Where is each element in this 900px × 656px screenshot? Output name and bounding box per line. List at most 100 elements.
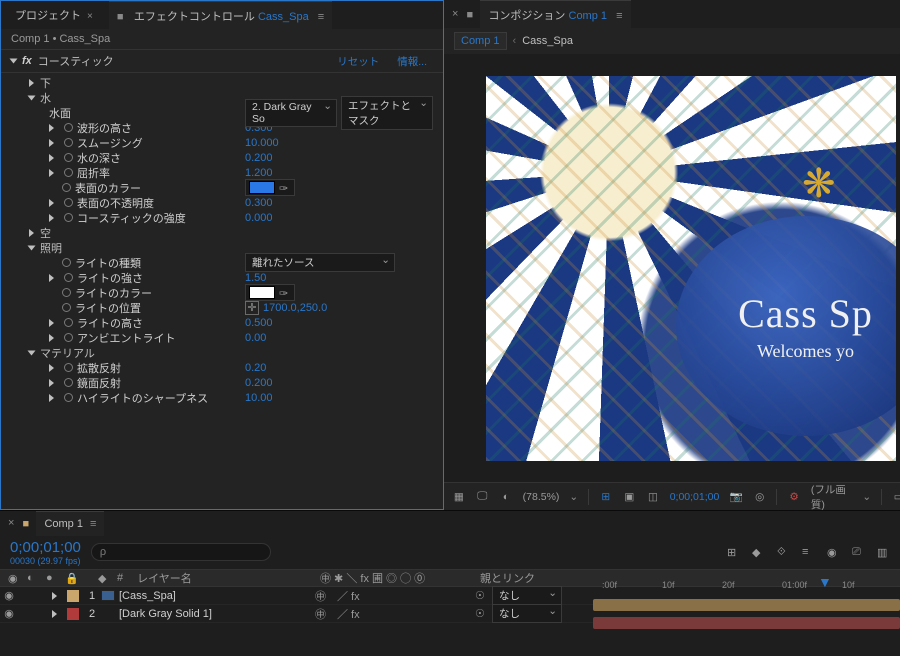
layer-switches[interactable]: ㊥ ／ fx xyxy=(315,606,475,622)
layer-bar[interactable] xyxy=(593,599,900,611)
quality-select[interactable]: (フル画質) xyxy=(811,482,852,512)
parent-select[interactable]: なし xyxy=(492,586,562,605)
draft3d-icon[interactable]: ◆ xyxy=(752,546,765,559)
close-icon[interactable]: × xyxy=(8,517,14,529)
layer-name-column[interactable]: レイヤー名 xyxy=(137,570,192,586)
value-light-position[interactable]: 1700.0,250.0 xyxy=(263,302,327,314)
snapshot-icon[interactable]: 📷 xyxy=(729,489,743,505)
light-type-select[interactable]: 離れたソース xyxy=(245,253,395,272)
close-icon[interactable]: × xyxy=(452,8,458,20)
timeline-comp-tab[interactable]: Comp 1 ≡ xyxy=(36,511,104,536)
layer-switches-icon[interactable]: ▥ xyxy=(877,546,890,559)
composition-flowchart-icon[interactable]: ⊞ xyxy=(727,546,740,559)
viewer-time[interactable]: 0;00;01;00 xyxy=(670,491,720,503)
stopwatch-icon[interactable] xyxy=(64,273,73,282)
pickwhip-icon[interactable]: ☉ xyxy=(475,607,488,620)
twirl-icon[interactable] xyxy=(28,350,36,355)
value-smoothing[interactable]: 10.000 xyxy=(245,137,279,149)
value-refraction[interactable]: 1.200 xyxy=(245,167,273,179)
region-icon[interactable]: ◎ xyxy=(753,489,767,505)
layer-switches[interactable]: ㊥ ／ fx xyxy=(315,588,475,604)
group-below[interactable]: 下 xyxy=(1,75,443,90)
value-ambient-light[interactable]: 0.00 xyxy=(245,332,266,344)
stopwatch-icon[interactable] xyxy=(64,213,73,222)
stopwatch-icon[interactable] xyxy=(64,123,73,132)
twirl-icon[interactable] xyxy=(52,610,57,618)
layer-name[interactable]: [Cass_Spa] xyxy=(119,590,315,602)
panel-menu-icon[interactable]: ≡ xyxy=(90,518,96,530)
mask-icon[interactable]: ◐ xyxy=(499,489,513,505)
parent-select[interactable]: なし xyxy=(492,604,562,623)
panel-menu-icon[interactable]: ≡ xyxy=(318,11,324,23)
stopwatch-icon[interactable] xyxy=(64,138,73,147)
timeline-search[interactable]: ρ xyxy=(91,543,271,561)
value-light-height[interactable]: 0.500 xyxy=(245,317,273,329)
motion-blur-icon[interactable]: ◉ xyxy=(827,546,840,559)
grid-icon[interactable]: ▣ xyxy=(623,489,637,505)
crumb-layer[interactable]: Cass_Spa xyxy=(522,35,573,47)
resolution-icon[interactable]: ⊞ xyxy=(599,489,613,505)
group-material[interactable]: マテリアル xyxy=(1,345,443,360)
value-light-intensity[interactable]: 1.50 xyxy=(245,272,266,284)
reset-link[interactable]: リセット xyxy=(337,54,379,69)
stopwatch-icon[interactable] xyxy=(64,153,73,162)
stopwatch-icon[interactable] xyxy=(62,183,71,192)
group-sky[interactable]: 空 xyxy=(1,225,443,240)
twirl-icon[interactable] xyxy=(29,229,34,237)
effect-controls-tab[interactable]: ■ エフェクトコントロール Cass_Spa ≡ xyxy=(109,1,332,30)
twirl-icon[interactable] xyxy=(29,79,34,87)
stopwatch-icon[interactable] xyxy=(62,288,71,297)
current-timecode[interactable]: 0;00;01;00 xyxy=(10,539,81,556)
stopwatch-icon[interactable] xyxy=(64,198,73,207)
layer-bar[interactable] xyxy=(593,617,900,629)
project-tab[interactable]: プロジェクト× xyxy=(7,1,101,29)
effect-target-link[interactable]: Cass_Spa xyxy=(258,11,309,23)
stopwatch-icon[interactable] xyxy=(62,303,71,312)
solo-column-icon[interactable]: ● xyxy=(46,572,59,585)
zoom-level[interactable]: (78.5%) xyxy=(523,491,560,503)
visibility-toggle[interactable]: ◉ xyxy=(0,589,18,602)
stopwatch-icon[interactable] xyxy=(64,333,73,342)
effect-mask-select[interactable]: エフェクトとマスク xyxy=(341,96,433,130)
value-caustic-strength[interactable]: 0.000 xyxy=(245,212,273,224)
value-diffuse[interactable]: 0.20 xyxy=(245,362,266,374)
stopwatch-icon[interactable] xyxy=(62,258,71,267)
surface-color-picker[interactable]: ✑ xyxy=(245,179,295,196)
stopwatch-icon[interactable] xyxy=(64,363,73,372)
audio-column-icon[interactable]: ◐ xyxy=(27,572,40,585)
value-highlight-sharpness[interactable]: 10.00 xyxy=(245,392,273,404)
lock-column-icon[interactable]: 🔒 xyxy=(65,572,78,585)
graph-editor-icon[interactable]: ⎚ xyxy=(852,546,865,559)
value-water-depth[interactable]: 0.200 xyxy=(245,152,273,164)
water-surface-select[interactable]: 2. Dark Gray So xyxy=(245,99,337,127)
info-link[interactable]: 情報... xyxy=(397,54,427,69)
label-color[interactable] xyxy=(67,590,79,602)
visibility-toggle[interactable]: ◉ xyxy=(0,607,18,620)
label-color[interactable] xyxy=(67,608,79,620)
composition-viewer[interactable]: ❋ Cass Sp Welcomes yo xyxy=(444,54,900,482)
timeline-layer-row[interactable]: ◉ 1 [Cass_Spa] ㊥ ／ fx ☉なし xyxy=(0,587,900,605)
shy-icon[interactable]: ⟐ xyxy=(777,546,790,559)
composition-tab[interactable]: コンポジション Comp 1 ≡ xyxy=(480,0,630,29)
layer-name[interactable]: [Dark Gray Solid 1] xyxy=(119,608,315,620)
position-crosshair-icon[interactable]: ✛ xyxy=(245,301,259,315)
playhead-icon[interactable]: ▼ xyxy=(818,574,832,590)
value-surface-opacity[interactable]: 0.300 xyxy=(245,197,273,209)
switches-column[interactable]: ㊥ ✱ ＼ fx 圃 ◎ ◯ ⓪ xyxy=(320,570,480,586)
eye-column-icon[interactable]: ◉ xyxy=(8,572,21,585)
stopwatch-icon[interactable] xyxy=(64,393,73,402)
twirl-icon[interactable] xyxy=(28,95,36,100)
guides-icon[interactable]: ◫ xyxy=(646,489,660,505)
alpha-icon[interactable]: ▦ xyxy=(452,489,466,505)
pickwhip-icon[interactable]: ☉ xyxy=(475,589,488,602)
value-specular[interactable]: 0.200 xyxy=(245,377,273,389)
stopwatch-icon[interactable] xyxy=(64,378,73,387)
fx-badge[interactable]: fx xyxy=(22,55,32,67)
close-icon[interactable]: × xyxy=(87,11,93,22)
parent-column[interactable]: 親とリンク xyxy=(480,570,598,586)
effect-header[interactable]: fx コースティック リセット 情報... xyxy=(1,49,443,73)
display-icon[interactable]: 🖵 xyxy=(476,489,490,505)
twirl-icon[interactable] xyxy=(28,245,36,250)
twirl-icon[interactable] xyxy=(10,59,18,64)
view-layout-icon[interactable]: ▭ xyxy=(892,489,900,505)
